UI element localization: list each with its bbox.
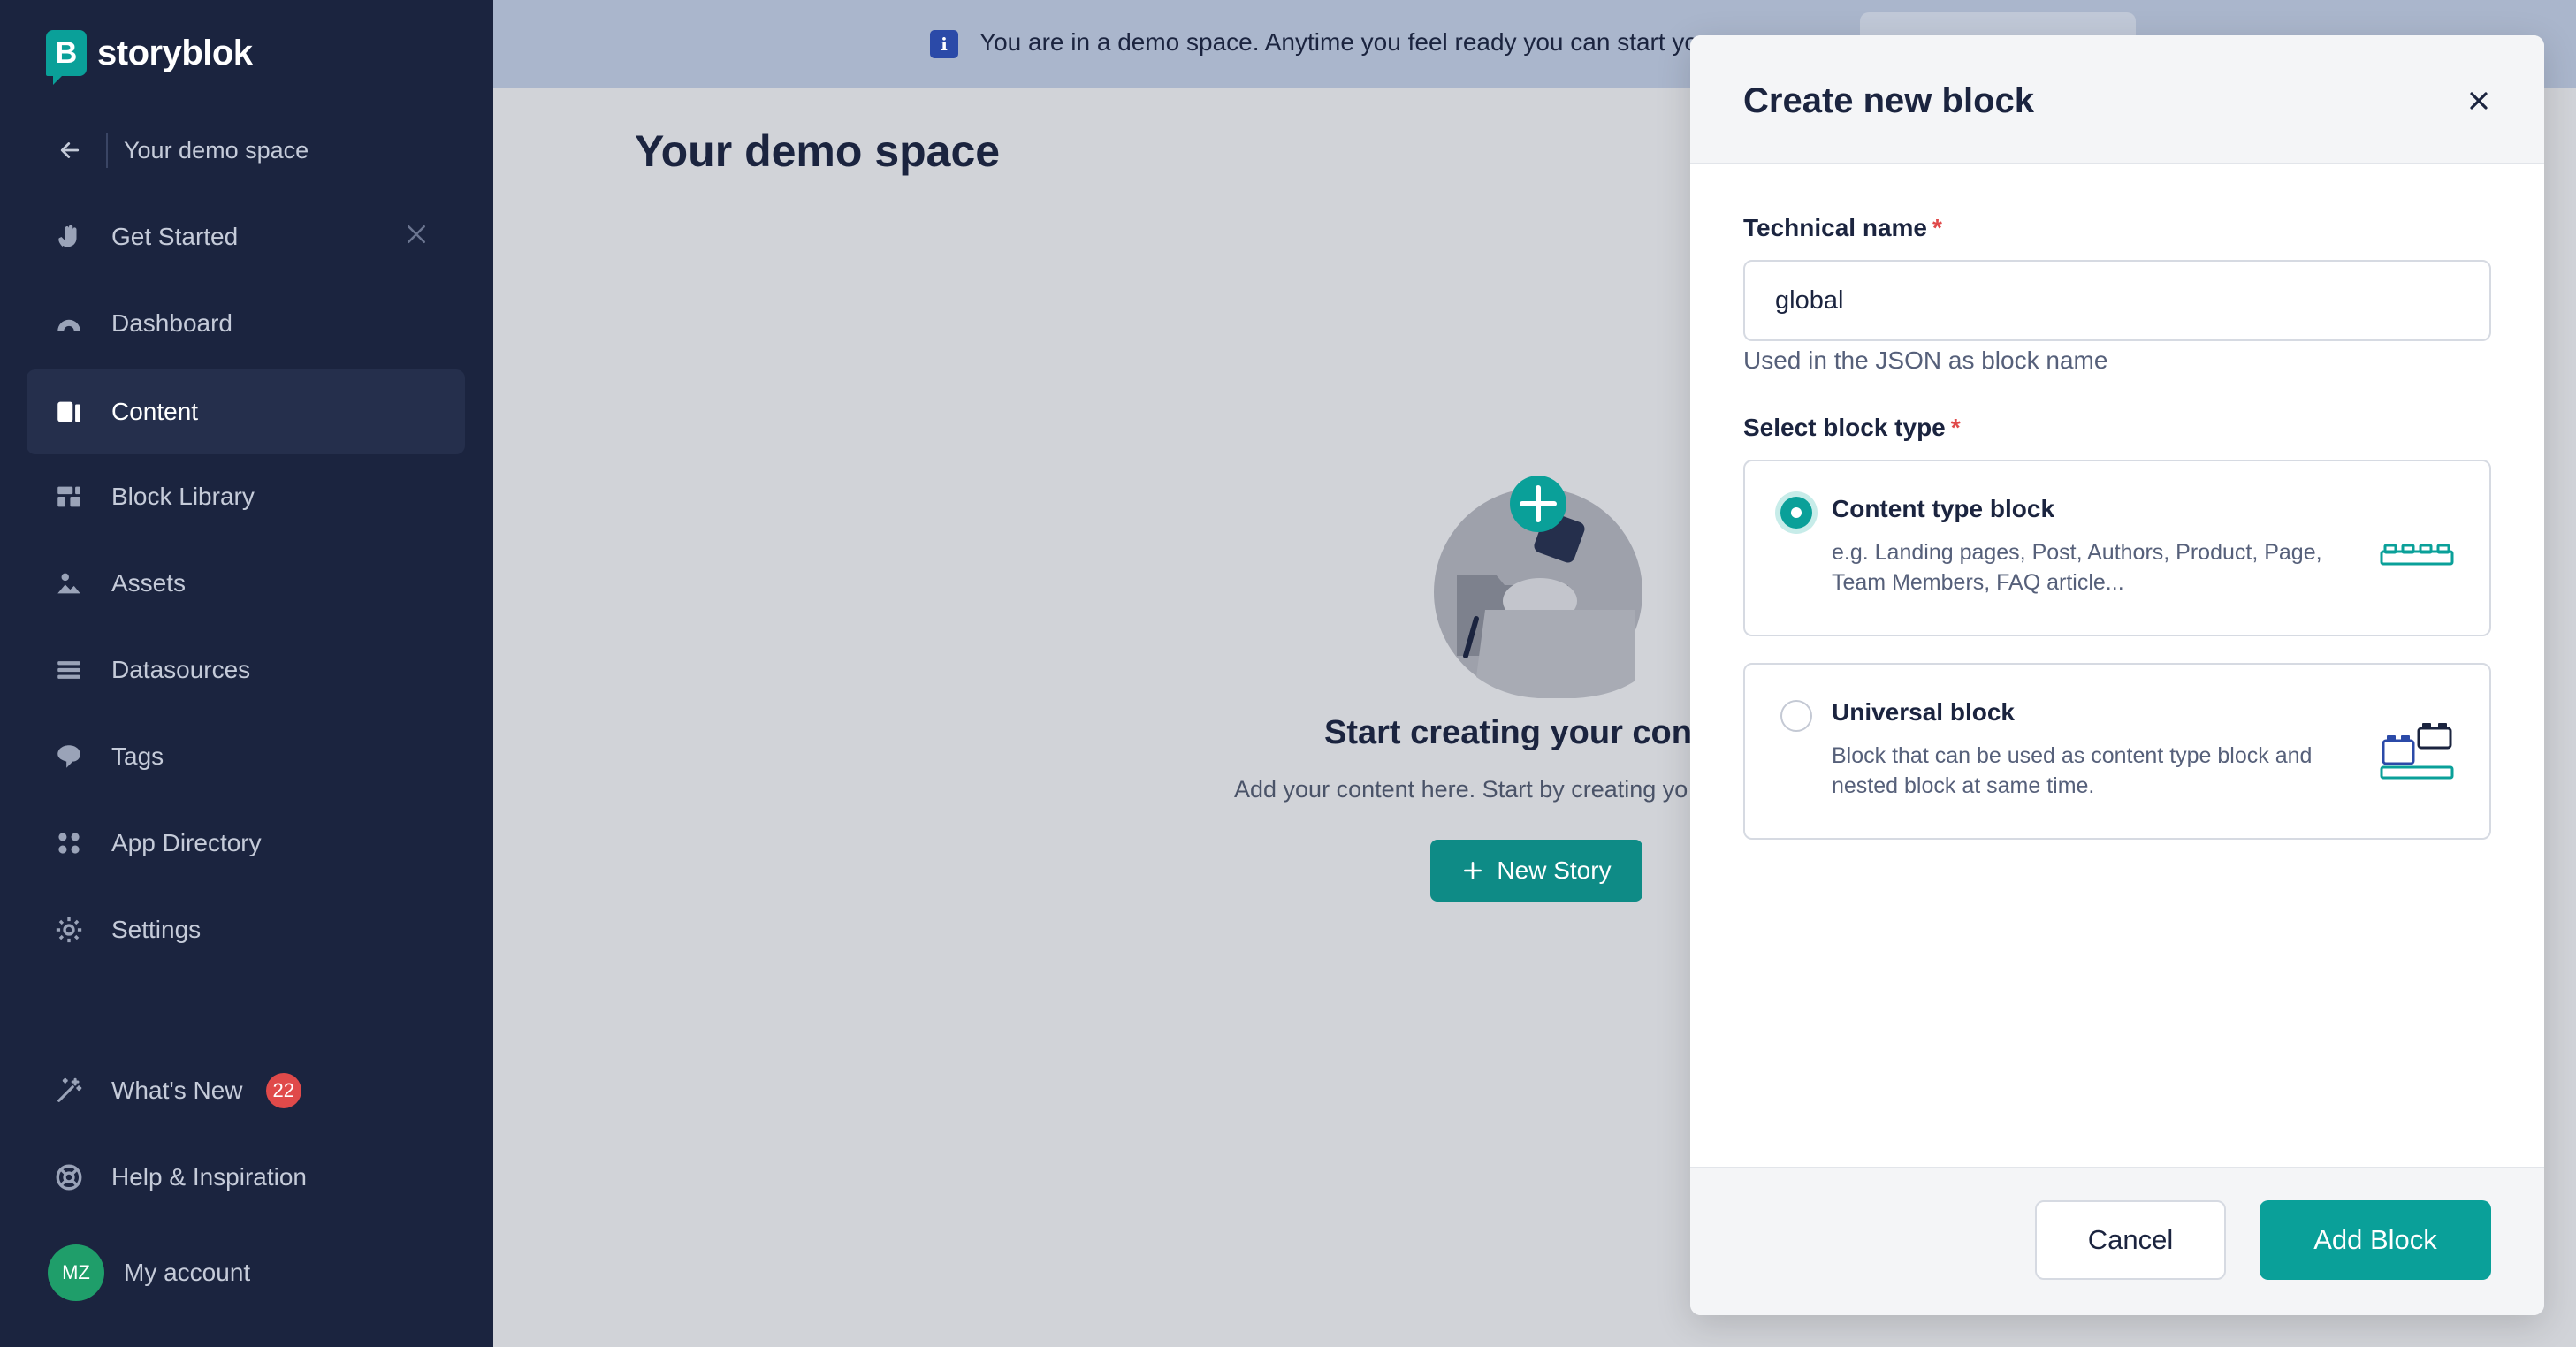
- sidebar-item-label: What's New: [111, 1077, 243, 1104]
- option-title: Content type block: [1832, 495, 2055, 522]
- modal-footer: Cancel Add Block: [1690, 1167, 2544, 1315]
- universal-block-icon: [2380, 723, 2454, 780]
- space-name: Your demo space: [124, 136, 309, 164]
- content-block-icon: [2380, 544, 2454, 566]
- option-description: e.g. Landing pages, Post, Authors, Produ…: [1832, 540, 2322, 595]
- account-label: My account: [124, 1259, 251, 1286]
- option-title: Universal block: [1832, 698, 2015, 726]
- sidebar-item-help[interactable]: Help & Inspiration: [27, 1135, 465, 1220]
- technical-name-help: Used in the JSON as block name: [1743, 346, 2108, 374]
- page-title: Your demo space: [635, 126, 1001, 176]
- banner-text: You are in a demo space. Anytime you fee…: [979, 28, 1698, 56]
- hand-wave-icon: [53, 221, 85, 253]
- add-block-button[interactable]: Add Block: [2260, 1200, 2491, 1280]
- sidebar-item-label: Block Library: [111, 483, 255, 510]
- divider: [106, 133, 108, 168]
- blocks-icon: [53, 481, 85, 513]
- avatar: MZ: [48, 1244, 104, 1301]
- my-account[interactable]: MZ My account: [48, 1244, 250, 1301]
- technical-name-label: Technical name *: [1743, 214, 1942, 242]
- storyblok-logo[interactable]: B storyblok: [46, 30, 253, 85]
- sidebar-item-app-directory[interactable]: App Directory: [27, 801, 465, 886]
- technical-name-label-text: Technical name: [1743, 214, 1928, 241]
- required-marker: *: [1932, 214, 1942, 241]
- list-icon: [53, 654, 85, 686]
- sidebar-item-datasources[interactable]: Datasources: [27, 628, 465, 712]
- sidebar-item-label: Tags: [111, 742, 164, 770]
- sidebar-item-label: Help & Inspiration: [111, 1163, 308, 1191]
- logo-text: storyblok: [97, 33, 253, 72]
- sidebar-item-block-library[interactable]: Block Library: [27, 454, 465, 539]
- grid-dots-icon: [53, 827, 85, 859]
- back-to-space[interactable]: Your demo space: [57, 129, 309, 171]
- cancel-button[interactable]: Cancel: [2035, 1200, 2226, 1280]
- required-marker: *: [1950, 414, 1961, 441]
- option-description: Block that can be used as content type b…: [1832, 743, 2313, 798]
- sidebar-item-assets[interactable]: Assets: [27, 541, 465, 626]
- sidebar-item-label: App Directory: [111, 829, 262, 856]
- sidebar-item-label: Content: [111, 398, 199, 425]
- sidebar-item-dashboard[interactable]: Dashboard: [27, 281, 465, 366]
- modal-title: Create new block: [1743, 81, 2035, 120]
- gear-icon: [53, 914, 85, 946]
- block-type-label-text: Select block type: [1743, 414, 1946, 441]
- modal-header: Create new block: [1690, 35, 2544, 164]
- tag-icon: [53, 741, 85, 772]
- sidebar-item-label: Dashboard: [111, 309, 232, 337]
- lifebuoy-icon: [53, 1161, 85, 1193]
- new-story-button[interactable]: New Story: [1430, 840, 1642, 902]
- sidebar-item-settings[interactable]: Settings: [27, 887, 465, 972]
- create-block-modal: Create new block Technical name * global …: [1690, 35, 2544, 1315]
- plus-icon: [1464, 862, 1482, 879]
- magic-wand-icon: [53, 1075, 85, 1107]
- sidebar-item-label: Settings: [111, 916, 202, 943]
- sidebar-item-get-started[interactable]: Get Started: [27, 194, 465, 279]
- info-icon: i: [930, 30, 958, 58]
- option-universal-block[interactable]: Universal block Block that can be used a…: [1743, 663, 2491, 840]
- sidebar-item-label: Get Started: [111, 223, 239, 250]
- arrow-left-icon: [60, 142, 80, 158]
- sidebar: B storyblok Your demo space Get Started …: [0, 0, 493, 1347]
- sidebar-item-tags[interactable]: Tags: [27, 714, 465, 799]
- sidebar-item-content[interactable]: Content: [27, 369, 465, 454]
- sidebar-item-label: Assets: [111, 569, 187, 597]
- sidebar-item-label: Datasources: [111, 656, 251, 683]
- radio-unselected[interactable]: [1780, 700, 1812, 732]
- close-icon[interactable]: [403, 221, 430, 247]
- empty-state-illustration: [1434, 476, 1642, 698]
- content-icon: [53, 396, 85, 428]
- empty-state-subtitle: Add your content here. Start by creating…: [1234, 776, 1688, 803]
- close-icon[interactable]: [2465, 87, 2493, 115]
- new-story-label: New Story: [1497, 856, 1612, 884]
- logo-mark-icon: B: [46, 30, 87, 85]
- image-icon: [53, 567, 85, 599]
- gauge-icon: [53, 308, 85, 339]
- technical-name-input[interactable]: global: [1743, 260, 2491, 341]
- option-content-type-block[interactable]: Content type block e.g. Landing pages, P…: [1743, 460, 2491, 636]
- block-type-label: Select block type *: [1743, 414, 1961, 442]
- notification-badge: 22: [265, 1073, 301, 1108]
- empty-state-title: Start creating your cont: [1324, 714, 1703, 751]
- radio-selected[interactable]: [1780, 497, 1812, 529]
- sidebar-item-whats-new[interactable]: What's New 22: [27, 1048, 465, 1133]
